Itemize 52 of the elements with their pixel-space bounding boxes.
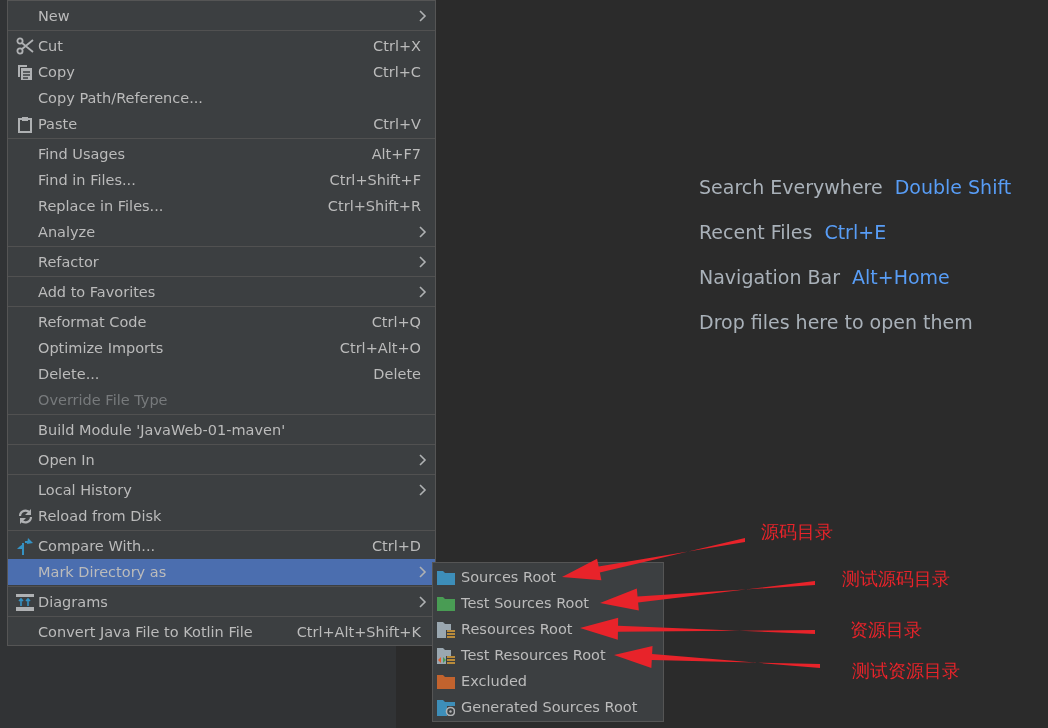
menu-item[interactable]: Convert Java File to Kotlin File Ctrl+Alt+Shift+K xyxy=(8,619,435,645)
copy-icon xyxy=(17,63,33,81)
hint-label: Search Everywhere xyxy=(699,176,883,198)
chevron-right-icon xyxy=(419,256,427,268)
chevron-right-icon xyxy=(419,226,427,238)
annotation-label: 源码目录 xyxy=(761,520,833,544)
refresh-icon xyxy=(16,507,34,525)
menu-item[interactable]: Build Module 'JavaWeb-01-maven' xyxy=(8,417,435,443)
chevron-right-icon xyxy=(419,10,427,22)
hint-label: Drop files here to open them xyxy=(699,311,973,333)
hint-shortcut: Alt+Home xyxy=(852,266,950,288)
submenu-item[interactable]: Resources Root xyxy=(461,621,573,637)
menu-item[interactable]: Copy Path/Reference... xyxy=(8,85,435,111)
menu-item[interactable]: Optimize Imports Ctrl+Alt+O xyxy=(8,335,435,361)
chevron-right-icon xyxy=(419,484,427,496)
menu-item[interactable]: Diagrams xyxy=(8,589,435,615)
menu-item[interactable]: Copy Ctrl+C xyxy=(8,59,435,85)
hint-shortcut: Ctrl+E xyxy=(824,221,887,243)
submenu-item[interactable]: Test Sources Root xyxy=(461,595,589,611)
menu-item[interactable]: Add to Favorites xyxy=(8,279,435,305)
annotation-label: 测试资源目录 xyxy=(852,659,960,683)
hint-shortcut: Double Shift xyxy=(894,176,1012,198)
menu-item[interactable]: Replace in Files... Ctrl+Shift+R xyxy=(8,193,435,219)
menu-item[interactable]: Reformat Code Ctrl+Q xyxy=(8,309,435,335)
menu-item[interactable]: Refactor xyxy=(8,249,435,275)
clipboard-icon xyxy=(18,115,32,133)
annotation-label: 资源目录 xyxy=(850,618,922,642)
annotation-label: 测试源码目录 xyxy=(842,567,950,591)
submenu-item[interactable]: Sources Root xyxy=(461,569,556,585)
menu-item[interactable]: New xyxy=(8,3,435,29)
scissors-icon xyxy=(16,37,34,55)
menu-item[interactable]: Cut Ctrl+X xyxy=(8,33,435,59)
submenu-item[interactable]: Generated Sources Root xyxy=(461,699,638,715)
chevron-right-icon xyxy=(419,286,427,298)
diagram-icon xyxy=(16,593,34,611)
menu-item[interactable]: Local History xyxy=(8,477,435,503)
hint-label: Navigation Bar xyxy=(699,266,840,288)
menu-item[interactable]: Reload from Disk xyxy=(8,503,435,529)
menu-item[interactable]: Analyze xyxy=(8,219,435,245)
menu-item[interactable]: Delete... Delete xyxy=(8,361,435,387)
chevron-right-icon xyxy=(419,454,427,466)
menu-item[interactable]: Find Usages Alt+F7 xyxy=(8,141,435,167)
chevron-right-icon xyxy=(419,596,427,608)
menu-item[interactable]: Paste Ctrl+V xyxy=(8,111,435,137)
menu-item[interactable]: Find in Files... Ctrl+Shift+F xyxy=(8,167,435,193)
chevron-right-icon xyxy=(419,566,427,578)
menu-item[interactable]: Compare With... Ctrl+D xyxy=(8,533,435,559)
submenu-item[interactable]: Test Resources Root xyxy=(461,647,606,663)
submenu-item[interactable]: Excluded xyxy=(461,673,527,689)
compare-arrows-icon xyxy=(15,537,35,555)
menu-item[interactable]: Open In xyxy=(8,447,435,473)
hint-label: Recent Files xyxy=(699,221,813,243)
